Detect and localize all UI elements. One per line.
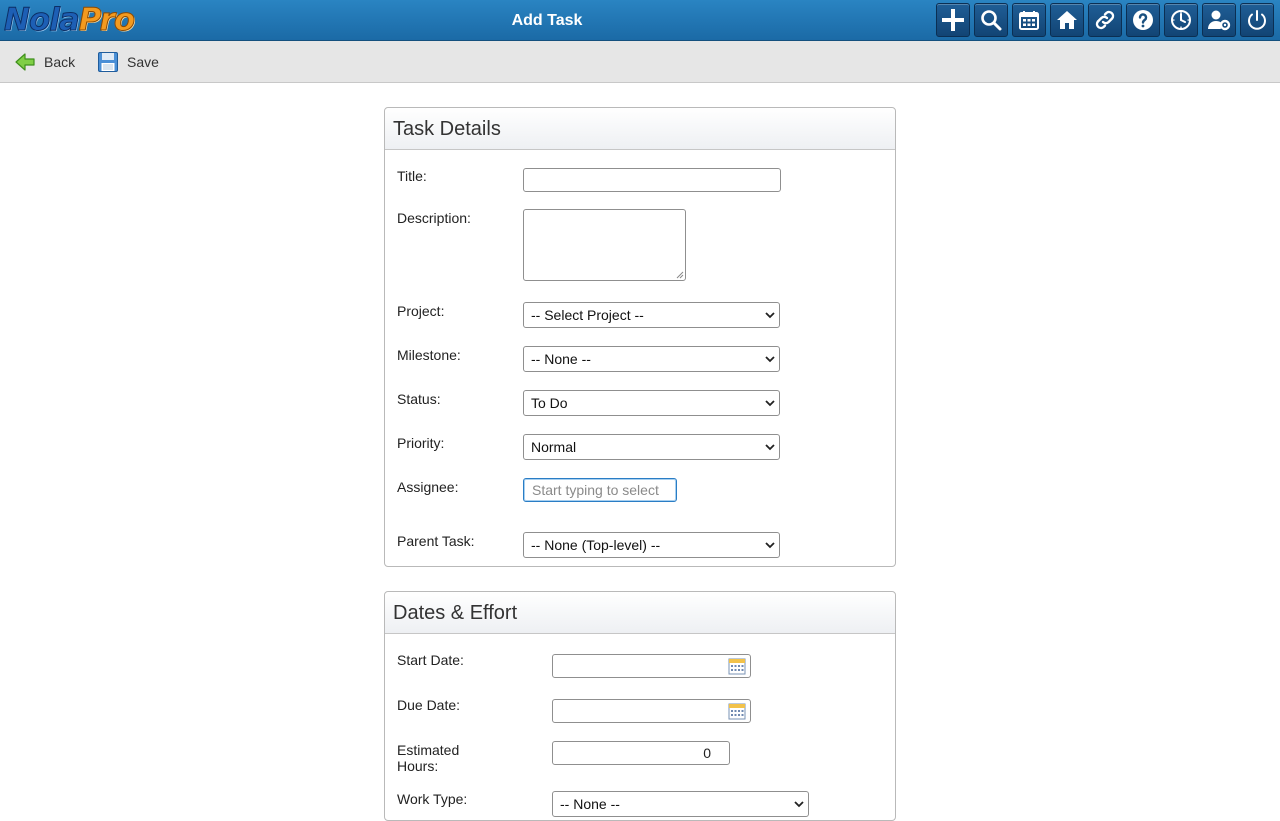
- description-label: Description:: [397, 210, 471, 226]
- estimated-hours-input[interactable]: 0: [552, 741, 730, 765]
- work-type-label: Work Type:: [397, 791, 468, 807]
- parent-task-select[interactable]: -- None (Top-level) --: [523, 532, 780, 558]
- save-label: Save: [127, 54, 159, 70]
- title-input[interactable]: [523, 168, 781, 192]
- estimated-hours-label-line1: Estimated: [397, 742, 460, 758]
- save-button[interactable]: Save: [97, 50, 159, 74]
- home-button[interactable]: [1050, 3, 1084, 37]
- due-date-label: Due Date:: [397, 697, 461, 713]
- save-disk-icon: [98, 52, 118, 72]
- parent-task-select-value: -- None (Top-level) --: [531, 537, 661, 553]
- dates-effort-panel: Dates & Effort Start Date: Due Date: Est…: [384, 591, 896, 821]
- work-type-select-value: -- None --: [560, 796, 620, 812]
- timesheet-button[interactable]: [1164, 3, 1198, 37]
- project-select-value: -- Select Project --: [531, 307, 644, 323]
- search-button[interactable]: [974, 3, 1008, 37]
- home-icon: [1057, 11, 1077, 29]
- priority-select-value: Normal: [531, 439, 577, 455]
- task-details-panel: Task Details Title: Description: Project…: [384, 107, 896, 567]
- project-select[interactable]: -- Select Project --: [523, 302, 780, 328]
- work-type-select[interactable]: -- None --: [552, 791, 809, 817]
- calendar-icon: [1019, 11, 1039, 30]
- status-label: Status:: [397, 391, 441, 407]
- project-label: Project:: [397, 303, 445, 319]
- calendar-button[interactable]: [1012, 3, 1046, 37]
- due-date-input[interactable]: [552, 699, 751, 723]
- chevron-down-icon: [765, 356, 775, 363]
- parent-task-label: Parent Task:: [397, 533, 475, 549]
- start-date-label: Start Date:: [397, 652, 464, 668]
- chevron-down-icon: [765, 444, 775, 451]
- link-button[interactable]: [1088, 3, 1122, 37]
- estimated-hours-label-line2: Hours:: [397, 758, 439, 774]
- link-icon: [1095, 10, 1115, 30]
- chevron-down-icon: [765, 312, 775, 319]
- logo-nola: Nola: [4, 2, 81, 39]
- add-icon: [942, 9, 964, 31]
- search-icon: [981, 10, 1002, 31]
- priority-select[interactable]: Normal: [523, 434, 780, 460]
- back-arrow-icon: [15, 53, 35, 71]
- user-settings-icon: [1208, 10, 1231, 31]
- back-label: Back: [44, 54, 76, 70]
- calendar-picker-icon[interactable]: [728, 702, 746, 720]
- assignee-label: Assignee:: [397, 479, 459, 495]
- estimated-hours-label: Estimated Hours:: [397, 742, 459, 774]
- task-details-heading: Task Details: [385, 108, 895, 150]
- power-icon: [1248, 10, 1266, 30]
- start-date-input[interactable]: [552, 654, 751, 678]
- help-button[interactable]: [1126, 3, 1160, 37]
- estimated-hours-value: 0: [703, 745, 711, 761]
- logout-button[interactable]: [1240, 3, 1274, 37]
- nolapro-logo[interactable]: NolaPro: [4, 0, 136, 40]
- logo-pro: Pro: [78, 2, 135, 39]
- description-textarea[interactable]: [523, 209, 686, 281]
- chevron-down-icon: [765, 400, 775, 407]
- priority-label: Priority:: [397, 435, 445, 451]
- milestone-select-value: -- None --: [531, 351, 591, 367]
- chevron-down-icon: [765, 542, 775, 549]
- clock-icon: [1171, 10, 1191, 30]
- status-select-value: To Do: [531, 395, 568, 411]
- top-bar: NolaPro Add Task: [0, 0, 1280, 41]
- status-select[interactable]: To Do: [523, 390, 780, 416]
- chevron-down-icon: [794, 801, 804, 808]
- dates-effort-heading: Dates & Effort: [385, 592, 895, 634]
- page-title: Add Task: [511, 12, 583, 29]
- help-icon: [1133, 10, 1153, 30]
- action-toolbar: Back Save: [0, 41, 1280, 83]
- milestone-label: Milestone:: [397, 347, 461, 363]
- calendar-picker-icon[interactable]: [728, 657, 746, 675]
- assignee-input[interactable]: Start typing to select: [523, 478, 677, 502]
- topbar-icons: [936, 3, 1274, 37]
- milestone-select[interactable]: -- None --: [523, 346, 780, 372]
- resize-handle-icon[interactable]: [676, 271, 684, 279]
- back-button[interactable]: Back: [14, 50, 75, 74]
- add-button[interactable]: [936, 3, 970, 37]
- assignee-placeholder: Start typing to select: [532, 482, 659, 498]
- user-settings-button[interactable]: [1202, 3, 1236, 37]
- title-label: Title:: [397, 168, 427, 184]
